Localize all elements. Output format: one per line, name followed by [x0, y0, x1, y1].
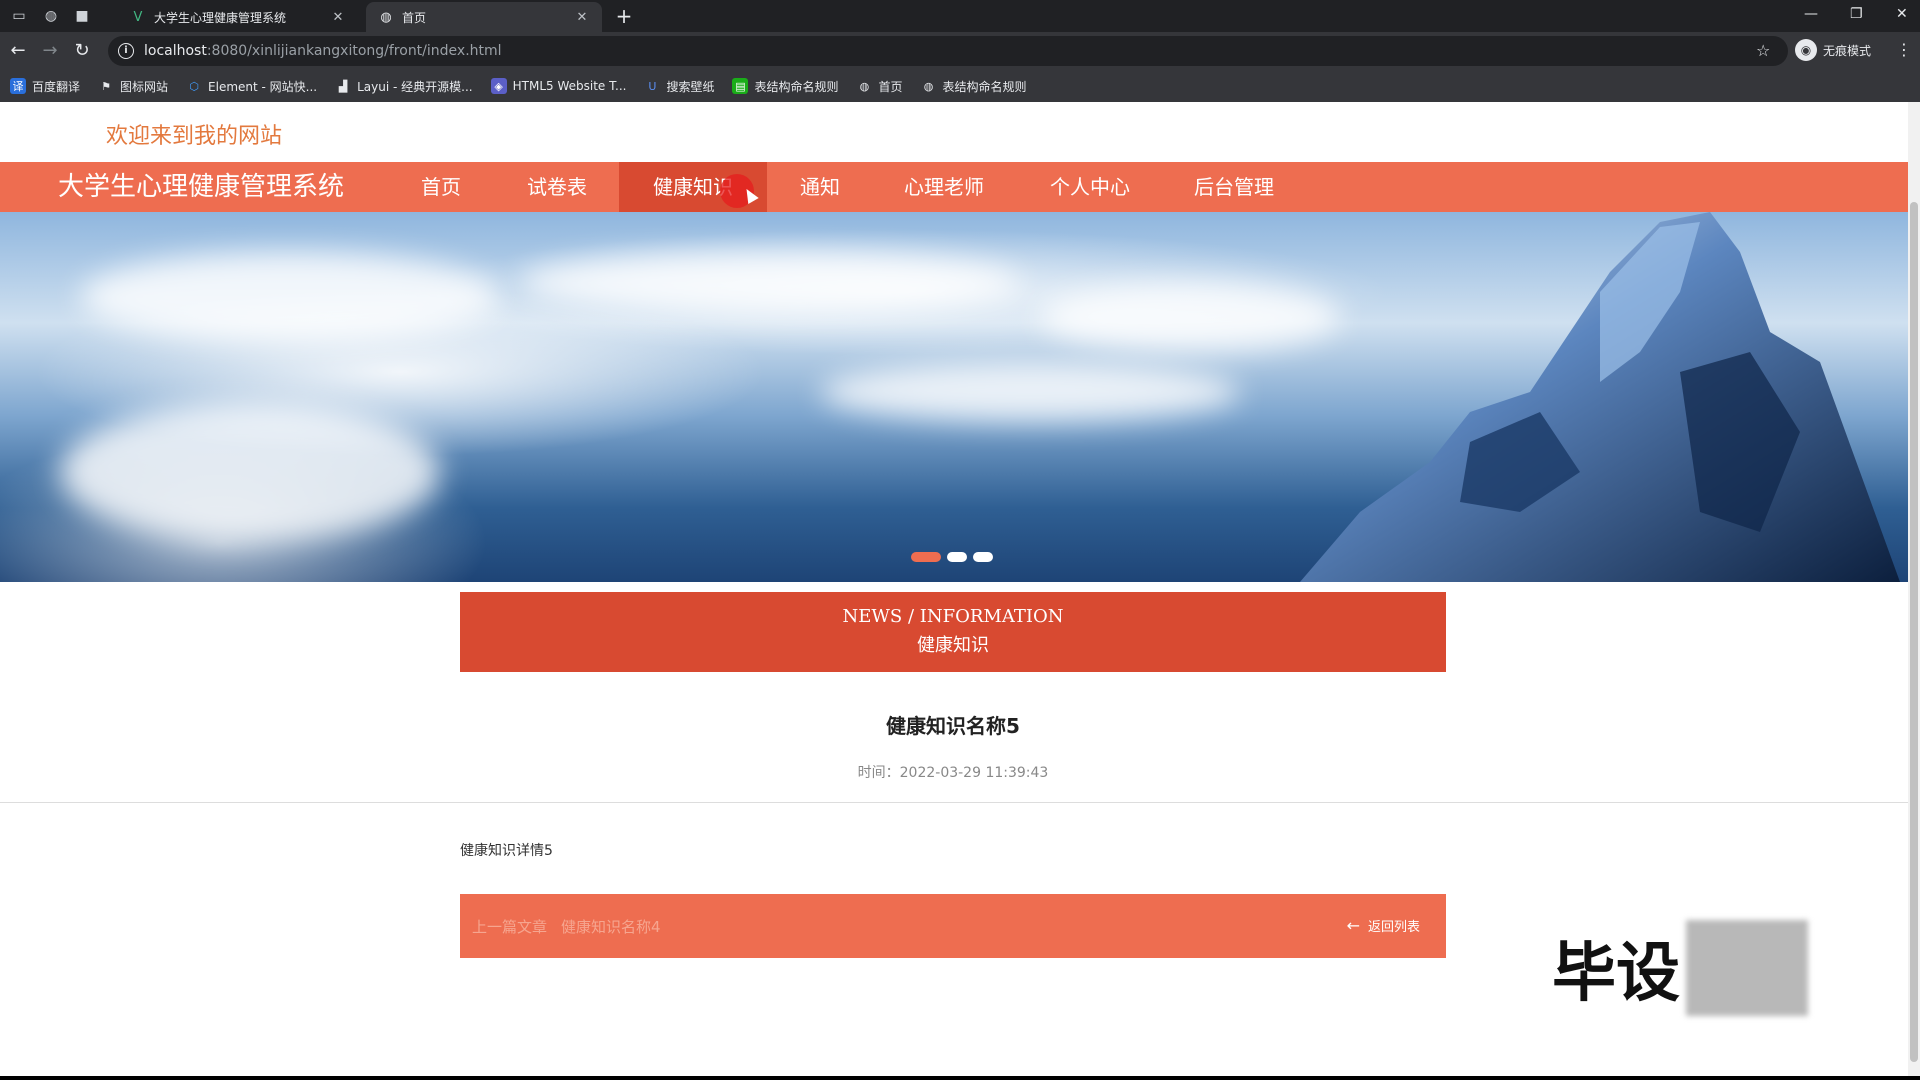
nav-personal-center[interactable]: 个人中心 — [1040, 162, 1140, 212]
url-host: localhost — [144, 43, 207, 59]
watermark-text: 毕设 — [1552, 937, 1680, 1011]
globe-icon: ◍ — [923, 79, 934, 93]
tab-title: 大学生心理健康管理系统 — [154, 10, 287, 25]
tab-system[interactable]: V 大学生心理健康管理系统 ✕ — [118, 2, 358, 32]
element-icon: ⬡ — [189, 79, 199, 93]
doc-icon: ▤ — [732, 78, 749, 94]
vue-icon: V — [133, 9, 143, 25]
close-icon[interactable]: ✕ — [330, 10, 346, 25]
bookmark-label: 表结构命名规则 — [754, 79, 839, 94]
browser-toolbar: ← → ↻ i localhost:8080/xinlijiankangxito… — [0, 32, 1920, 70]
nav-admin[interactable]: 后台管理 — [1184, 162, 1284, 212]
article-time: 时间：2022-03-29 11:39:43 — [857, 765, 1049, 781]
new-tab-icon[interactable]: + — [612, 4, 636, 28]
bookmarks-bar: 译百度翻译 ⚑ 图标网站 ⬡ Element - 网站快... ▟ Layui - 经… — [0, 70, 1920, 102]
nav-notices[interactable]: 通知 — [790, 162, 850, 212]
tab-home[interactable]: ◍ 首页 ✕ — [366, 2, 602, 32]
arrow-left-icon: ← — [1346, 916, 1360, 935]
back-to-list-button[interactable]: ← 返回列表 — [1347, 916, 1420, 935]
restore-icon[interactable]: ❐ — [1850, 6, 1863, 22]
divider — [0, 802, 1908, 803]
incognito-profile[interactable]: ◉ 无痕模式 — [1795, 39, 1871, 61]
tab-title: 首页 — [402, 10, 427, 25]
incognito-icon: ◉ — [1795, 39, 1817, 61]
back-arrow-icon[interactable]: ← — [8, 41, 28, 61]
scrollbar-thumb[interactable] — [1910, 202, 1918, 1062]
blurred-watermark — [1686, 920, 1808, 1016]
bookmark-icon-site[interactable]: ⚑ 图标网站 — [98, 78, 168, 95]
address-bar[interactable]: i localhost:8080/xinlijiankangxitong/fro… — [108, 36, 1788, 66]
site-brand[interactable]: 大学生心理健康管理系统 — [58, 162, 344, 212]
bookmark-label: 表结构命名规则 — [942, 79, 1027, 94]
translate-icon: 译 — [10, 78, 26, 94]
prev-article-link[interactable]: 上一篇文章 健康知识名称4 — [472, 916, 661, 937]
page-scrollbar[interactable] — [1908, 102, 1920, 1076]
prev-label: 上一篇文章 — [472, 918, 548, 936]
bookmark-label: HTML5 Website T... — [512, 79, 627, 93]
carousel-indicators — [911, 552, 993, 562]
tab-overview-icon[interactable]: ■ — [73, 7, 91, 25]
bookmark-label: Layui - 经典开源模... — [357, 79, 473, 94]
browser-tab-bar: ▭ ◍ ■ V 大学生心理健康管理系统 ✕ ◍ 首页 ✕ + — ❐ ✕ — [0, 0, 1920, 32]
bookmark-baidu-translate[interactable]: 译百度翻译 — [10, 78, 80, 95]
window-close-icon[interactable]: ✕ — [1896, 6, 1908, 22]
close-icon[interactable]: ✕ — [574, 10, 590, 25]
article-pager: 上一篇文章 健康知识名称4 ← 返回列表 — [460, 894, 1446, 958]
bookmark-naming-rules-2[interactable]: ◍ 表结构命名规则 — [921, 78, 1027, 95]
bookmark-label: 百度翻译 — [32, 79, 81, 94]
bookmark-naming-rules[interactable]: ▤ 表结构命名规则 — [732, 78, 838, 95]
bookmark-star-icon[interactable]: ☆ — [1756, 41, 1770, 60]
carousel-dot-1[interactable] — [911, 552, 941, 562]
bookmark-label: 首页 — [878, 79, 903, 94]
bookmark-wallpaper[interactable]: U 搜索壁纸 — [644, 78, 714, 95]
bookmark-label: 图标网站 — [120, 79, 169, 94]
info-icon[interactable]: i — [118, 43, 134, 59]
site-navbar: 大学生心理健康管理系统 首页 试卷表 健康知识 通知 心理老师 个人中心 后台管… — [0, 162, 1908, 212]
layui-icon: ▟ — [338, 79, 348, 93]
reload-icon[interactable]: ↻ — [72, 41, 92, 61]
globe-icon: ◍ — [380, 9, 392, 25]
bookmark-element[interactable]: ⬡ Element - 网站快... — [186, 78, 317, 95]
section-header-zh: 健康知识 — [917, 635, 989, 656]
nav-counselors[interactable]: 心理老师 — [892, 162, 996, 212]
nav-exam-papers[interactable]: 试卷表 — [512, 162, 602, 212]
wallpaper-icon: U — [648, 79, 657, 93]
html5-icon: ◈ — [490, 78, 507, 94]
tab-search-icon[interactable]: ▭ — [10, 7, 28, 25]
url-path: :8080/xinlijiankangxitong/front/index.ht… — [206, 43, 502, 59]
flag-icon: ⚑ — [101, 79, 111, 93]
section-header: NEWS / INFORMATION 健康知识 — [460, 592, 1446, 672]
window-bottom-edge — [0, 1076, 1920, 1080]
bookmark-label: Element - 网站快... — [208, 79, 318, 94]
minimize-icon[interactable]: — — [1804, 6, 1818, 22]
article-title: 健康知识名称5 — [886, 714, 1020, 738]
url-text[interactable]: localhost:8080/xinlijiankangxitong/front… — [144, 43, 502, 59]
bookmark-layui[interactable]: ▟ Layui - 经典开源模... — [335, 78, 473, 95]
globe-icon[interactable]: ◍ — [42, 7, 60, 25]
bookmark-html5[interactable]: ◈ HTML5 Website T... — [490, 78, 627, 94]
bookmark-home[interactable]: ◍ 首页 — [856, 78, 903, 95]
welcome-text: 欢迎来到我的网站 — [106, 124, 283, 149]
article-body: 健康知识详情5 — [460, 843, 553, 859]
carousel-dot-2[interactable] — [947, 552, 967, 562]
profile-label: 无痕模式 — [1823, 43, 1872, 58]
bookmark-label: 搜索壁纸 — [666, 79, 715, 94]
page-viewport: 欢迎来到我的网站 大学生心理健康管理系统 首页 试卷表 健康知识 通知 心理老师… — [0, 102, 1908, 1076]
nav-home[interactable]: 首页 — [408, 162, 474, 212]
hero-carousel[interactable] — [0, 212, 1908, 582]
mountain-peak-image — [1300, 212, 1900, 582]
kebab-menu-icon[interactable]: ⋮ — [1896, 40, 1912, 59]
globe-icon: ◍ — [859, 79, 870, 93]
prev-title: 健康知识名称4 — [561, 918, 661, 936]
back-label: 返回列表 — [1367, 920, 1420, 935]
section-header-en: NEWS / INFORMATION — [842, 606, 1064, 627]
carousel-dot-3[interactable] — [973, 552, 993, 562]
forward-arrow-icon[interactable]: → — [40, 41, 60, 61]
